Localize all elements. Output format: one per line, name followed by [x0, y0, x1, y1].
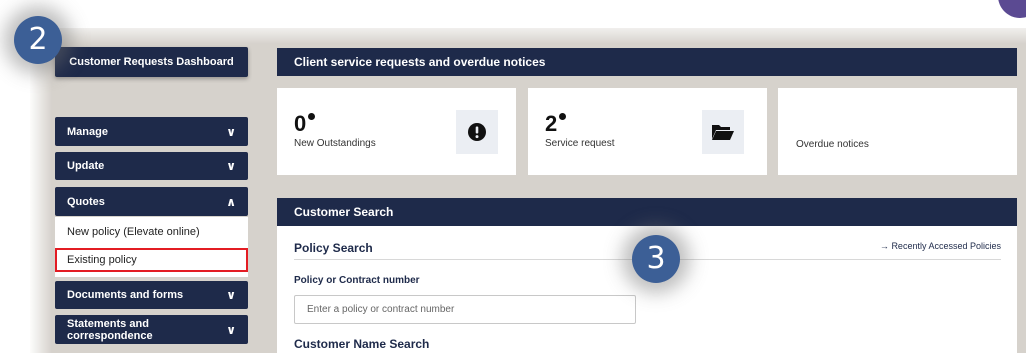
- sidebar-item-documents-and-forms[interactable]: Documents and forms ∨: [55, 281, 248, 309]
- sidebar-item-label: Update: [67, 160, 105, 172]
- policy-search-title: Policy Search: [294, 241, 373, 255]
- recently-accessed-policies-link[interactable]: → Recently Accessed Policies: [880, 241, 1001, 251]
- new-outstandings-card[interactable]: 0 New Outstandings: [277, 88, 516, 175]
- customer-requests-dashboard-button[interactable]: Customer Requests Dashboard: [55, 47, 248, 77]
- chevron-down-icon: ∨: [226, 288, 236, 302]
- policy-field-label: Policy or Contract number: [294, 275, 420, 286]
- chevron-up-icon: ∧: [226, 194, 236, 209]
- service-request-count: 2: [545, 111, 567, 137]
- new-outstandings-label: New Outstandings: [294, 138, 376, 149]
- sidebar-item-label: Statements and correspondence: [67, 317, 153, 342]
- count-dot: [308, 113, 316, 120]
- service-request-card[interactable]: 2 Service request: [528, 88, 767, 175]
- chevron-down-icon: ∨: [226, 124, 236, 139]
- sidebar-item-label: Documents and forms: [67, 289, 184, 301]
- policy-number-input[interactable]: [294, 295, 636, 324]
- service-request-label: Service request: [545, 138, 615, 149]
- overview-panel-header: Client service requests and overdue noti…: [277, 48, 1017, 76]
- step-badge-2: 2: [14, 16, 62, 64]
- sidebar-item-label: Manage: [67, 125, 108, 138]
- customer-name-search-title: Customer Name Search: [294, 337, 430, 351]
- sidebar-item-quotes[interactable]: Quotes ∧: [55, 187, 248, 216]
- step-badge-3: 3: [632, 235, 680, 283]
- new-outstandings-count: 0: [294, 111, 316, 137]
- count-dot: [559, 113, 567, 120]
- sidebar-item-manage[interactable]: Manage ∨: [55, 117, 248, 146]
- dashboard-label: Customer Requests Dashboard: [69, 56, 234, 68]
- exclamation-circle-icon: [456, 110, 498, 154]
- submenu-item-existing-policy[interactable]: Existing policy: [55, 248, 248, 272]
- overdue-notices-card[interactable]: Overdue notices: [778, 88, 1017, 175]
- sidebar-item-update[interactable]: Update ∨: [55, 152, 248, 180]
- submenu-item-new-policy[interactable]: New policy (Elevate online): [55, 220, 248, 244]
- folder-open-icon: [702, 110, 744, 154]
- overdue-notices-label: Overdue notices: [796, 139, 869, 150]
- chevron-down-icon: ∨: [226, 322, 236, 337]
- top-fade-overlay: [0, 0, 1026, 44]
- quotes-submenu: New policy (Elevate online) Existing pol…: [55, 217, 248, 277]
- sidebar-item-statements-and-correspondence[interactable]: Statements and correspondence ∨: [55, 315, 248, 344]
- customer-search-header: Customer Search: [277, 198, 1017, 226]
- chevron-down-icon: ∨: [226, 159, 236, 173]
- arrow-right-icon: →: [879, 241, 889, 251]
- sidebar-item-label: Quotes: [67, 195, 105, 208]
